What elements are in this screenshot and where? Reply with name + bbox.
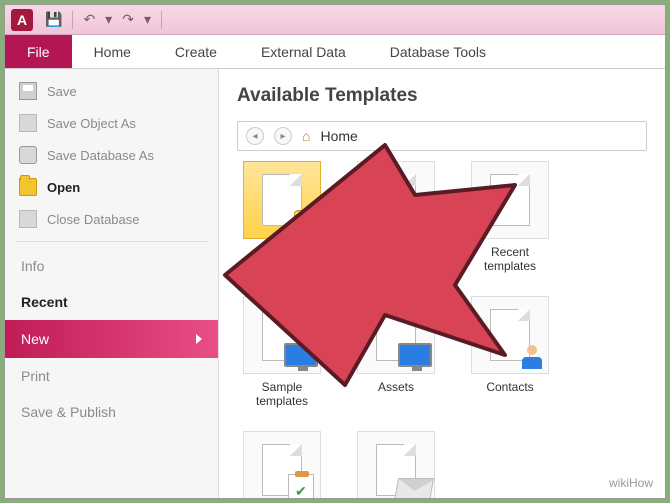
- template-sample-templates[interactable]: Sample templates: [237, 296, 327, 409]
- folder-open-icon: [19, 178, 37, 196]
- sidebar-item-label: Save Database As: [47, 148, 154, 163]
- template-assets[interactable]: Assets: [351, 296, 441, 409]
- template-grid: Recent templates Sample templates Assets: [237, 161, 647, 498]
- undo-dropdown-icon[interactable]: ▾: [105, 11, 112, 28]
- sidebar-item-label: Save: [47, 84, 77, 99]
- backstage-sidebar: Save Save Object As Save Database As Ope…: [5, 69, 219, 498]
- redo-icon[interactable]: ↷: [122, 11, 134, 28]
- tab-create[interactable]: Create: [153, 35, 239, 68]
- sidebar-item-info[interactable]: Info: [5, 248, 218, 284]
- nav-back-button[interactable]: ◂: [246, 127, 264, 145]
- home-icon: ⌂: [302, 128, 310, 144]
- save-icon: [19, 82, 37, 100]
- sidebar-item-save-publish[interactable]: Save & Publish: [5, 394, 218, 430]
- quick-access-toolbar: 💾 ↶ ▾ ↷ ▾: [45, 11, 162, 29]
- sidebar-item-save-database-as[interactable]: Save Database As: [5, 139, 218, 171]
- sidebar-item-save[interactable]: Save: [5, 75, 218, 107]
- tab-home[interactable]: Home: [72, 35, 153, 68]
- sidebar-item-label: Close Database: [47, 212, 140, 227]
- save-icon[interactable]: 💾: [45, 11, 62, 28]
- triangle-right-icon: [196, 334, 202, 344]
- tab-external-data[interactable]: External Data: [239, 35, 368, 68]
- sidebar-item-close-database[interactable]: Close Database: [5, 203, 218, 235]
- app-icon: A: [11, 9, 33, 31]
- template-recent-templates[interactable]: Recent templates: [465, 161, 555, 274]
- tab-database-tools[interactable]: Database Tools: [368, 35, 508, 68]
- sidebar-item-label: Open: [47, 180, 80, 195]
- separator: [72, 11, 73, 29]
- save-db-icon: [19, 146, 37, 164]
- redo-dropdown-icon[interactable]: ▾: [144, 11, 151, 28]
- save-object-icon: [19, 114, 37, 132]
- ribbon-tabs: File Home Create External Data Database …: [5, 35, 665, 69]
- sidebar-item-recent[interactable]: Recent: [5, 284, 218, 320]
- nav-forward-button[interactable]: ▸: [274, 127, 292, 145]
- template-blank-web-database[interactable]: [351, 161, 441, 274]
- sidebar-item-label: New: [21, 331, 49, 347]
- sidebar-item-new[interactable]: New: [5, 320, 218, 358]
- watermark: wikiHow: [609, 476, 653, 490]
- sidebar-item-save-object-as[interactable]: Save Object As: [5, 107, 218, 139]
- template-blank-database[interactable]: [237, 161, 327, 274]
- template-label: Contacts: [486, 380, 533, 394]
- template-non-profit[interactable]: Non-profit: [351, 431, 441, 498]
- template-label: Assets: [378, 380, 414, 394]
- sidebar-item-print[interactable]: Print: [5, 358, 218, 394]
- template-contacts[interactable]: Contacts: [465, 296, 555, 409]
- separator: [15, 241, 208, 242]
- sidebar-item-label: Save Object As: [47, 116, 136, 131]
- page-title: Available Templates: [237, 85, 647, 107]
- breadcrumb-home[interactable]: Home: [320, 128, 357, 144]
- breadcrumb-bar: ◂ ▸ ⌂ Home: [237, 121, 647, 151]
- template-label: Sample templates: [237, 380, 327, 409]
- close-db-icon: [19, 210, 37, 228]
- undo-icon[interactable]: ↶: [83, 11, 95, 28]
- tab-file[interactable]: File: [5, 35, 72, 68]
- template-label: Recent templates: [465, 245, 555, 274]
- title-bar: A 💾 ↶ ▾ ↷ ▾: [5, 5, 665, 35]
- template-issues[interactable]: ✔ Issues &: [237, 431, 327, 498]
- separator: [161, 11, 162, 29]
- sidebar-item-open[interactable]: Open: [5, 171, 218, 203]
- content-pane: Available Templates ◂ ▸ ⌂ Home: [219, 69, 665, 498]
